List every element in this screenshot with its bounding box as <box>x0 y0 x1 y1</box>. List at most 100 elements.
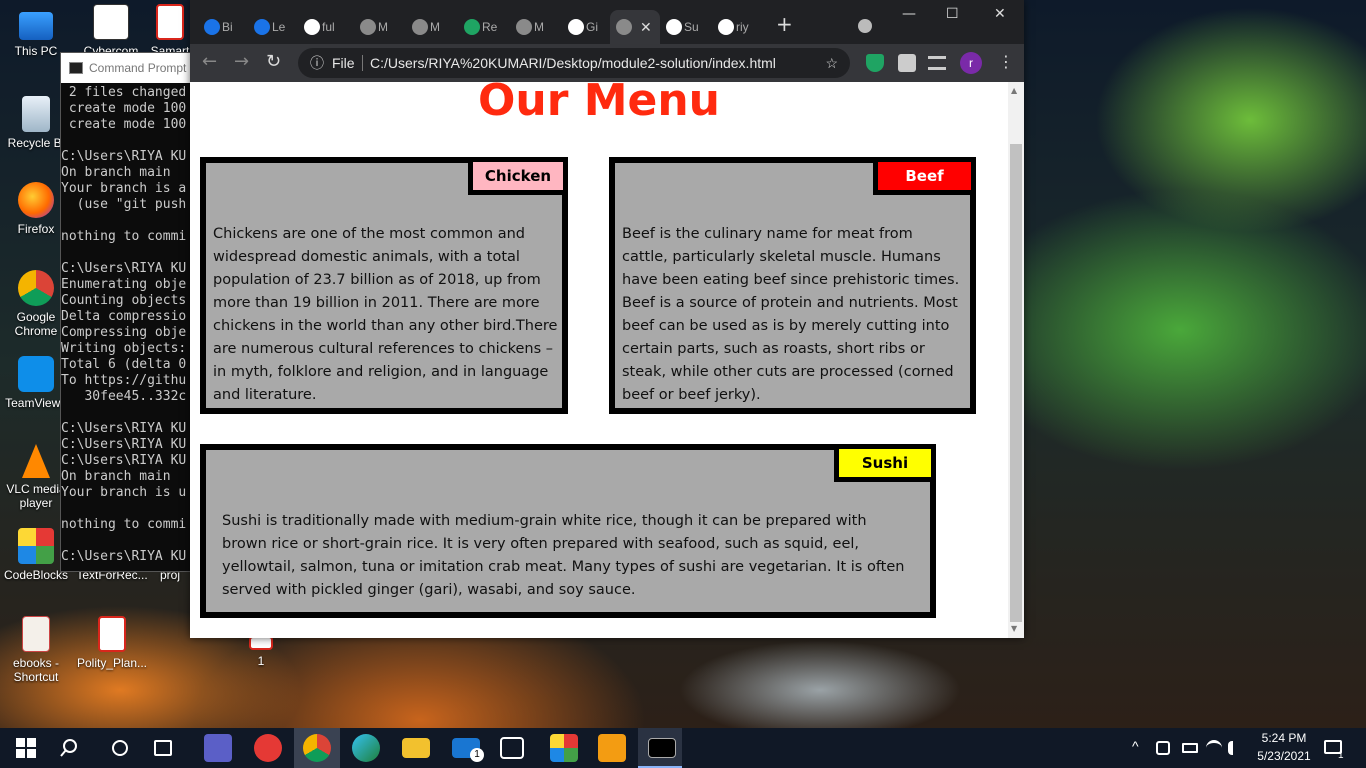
chrome-taskbar-icon[interactable] <box>303 734 331 762</box>
download-manager-icon[interactable] <box>254 734 282 762</box>
back-button[interactable]: ← <box>202 52 217 72</box>
show-hidden-icons-chevron[interactable]: ^ <box>1132 738 1139 754</box>
tab-favicon-icon <box>718 19 734 35</box>
card-text-chicken: Chickens are one of the most common and … <box>213 226 558 403</box>
menu-kebab-icon[interactable]: ⋮ <box>998 52 1014 72</box>
address-bar[interactable]: ⓘ File C:/Users/RIYA%20KUMARI/Desktop/mo… <box>298 48 850 78</box>
computer-icon <box>19 12 53 40</box>
pdf-file-icon <box>156 4 184 40</box>
desktop-icon-ebooks-shortcut[interactable]: ebooks - Shortcut <box>0 616 72 684</box>
card-label-sushi: Sushi <box>834 444 936 482</box>
page-viewport[interactable]: Our Menu Chicken Chickens are one of the… <box>190 82 1008 638</box>
profile-avatar[interactable]: r <box>960 52 982 74</box>
menu-card-sushi: Sushi Sushi is traditionally made with m… <box>200 444 936 618</box>
forward-button[interactable]: → <box>234 52 249 72</box>
clock-date[interactable]: 5/23/2021 <box>1250 749 1318 763</box>
browser-tab[interactable]: Su <box>660 10 702 44</box>
browser-tab[interactable]: M <box>406 10 448 44</box>
browser-tab[interactable]: Le <box>248 10 290 44</box>
scroll-up-arrow[interactable]: ▲ <box>1011 86 1017 95</box>
cortana-icon[interactable] <box>106 734 134 762</box>
close-tab-icon[interactable]: ✕ <box>640 10 652 44</box>
start-button[interactable] <box>12 734 40 762</box>
tab-label: Gi <box>586 20 598 34</box>
maximize-button[interactable]: ☐ <box>946 6 959 22</box>
extensions-puzzle-icon[interactable] <box>898 54 916 72</box>
media-control-icon[interactable] <box>928 56 946 70</box>
reload-button[interactable]: ↻ <box>266 52 281 72</box>
windows-taskbar: 1 ^ 5:24 PM 5/23/2021 1 <box>0 728 1366 768</box>
wifi-icon[interactable] <box>1206 740 1222 756</box>
browser-tab[interactable]: Bi <box>198 10 240 44</box>
sublime-text-icon[interactable] <box>598 734 626 762</box>
card-text-beef: Beef is the culinary name for meat from … <box>622 226 960 403</box>
command-prompt-title: Command Prompt <box>89 61 187 75</box>
terminal-icon <box>69 62 83 74</box>
chrome-browser-window[interactable]: + — ☐ ✕ Bi Le ful M M Re M Gi ✕ Su riy ← → ↻ ⓘ Fil… <box>190 0 1024 638</box>
tab-search-icon[interactable] <box>858 19 872 33</box>
codeblocks-taskbar-icon[interactable] <box>550 734 578 762</box>
bookmark-star-icon[interactable]: ☆ <box>825 48 838 78</box>
tab-label: Le <box>272 20 286 34</box>
tab-label: riy <box>736 20 749 34</box>
tab-favicon-icon <box>360 19 376 35</box>
desktop-icon-label: Polity_Plan... <box>76 656 148 670</box>
edge-icon[interactable] <box>352 734 380 762</box>
browser-tab[interactable]: riy <box>712 10 754 44</box>
scroll-down-arrow[interactable]: ▼ <box>1011 624 1017 633</box>
browser-tab[interactable]: M <box>510 10 552 44</box>
store-icon[interactable] <box>500 737 524 759</box>
browser-tab[interactable]: ful <box>298 10 340 44</box>
tab-favicon-icon <box>412 19 428 35</box>
vlc-cone-icon <box>22 444 50 478</box>
tab-favicon-icon <box>304 19 320 35</box>
menu-card-chicken: Chicken Chickens are one of the most com… <box>200 157 568 414</box>
desktop-icon-samart[interactable]: Samart <box>148 4 192 58</box>
card-label-chicken: Chicken <box>468 157 568 195</box>
desktop-icon-pdf-1[interactable]: 1 <box>246 636 276 668</box>
desktop-icon-this-pc[interactable]: This PC <box>0 8 72 58</box>
close-window-button[interactable]: ✕ <box>994 6 1006 22</box>
browser-tab[interactable]: Re <box>458 10 500 44</box>
mail-badge: 1 <box>470 748 484 762</box>
browser-tab[interactable]: Gi <box>562 10 604 44</box>
tab-label: M <box>534 20 544 34</box>
volume-icon[interactable] <box>1228 741 1242 755</box>
address-separator <box>362 55 363 71</box>
firefox-icon <box>18 182 54 218</box>
desktop-icon-polity-plan[interactable]: Polity_Plan... <box>76 616 148 670</box>
browser-tab[interactable]: M <box>354 10 396 44</box>
task-view-icon[interactable] <box>154 740 172 756</box>
chrome-icon <box>18 270 54 306</box>
search-icon[interactable] <box>58 734 86 762</box>
meet-now-icon[interactable] <box>1156 741 1170 755</box>
menu-card-beef: Beef Beef is the culinary name for meat … <box>609 157 976 414</box>
browser-tab[interactable]: ✕ <box>610 10 660 44</box>
desktop-icon-cybercom[interactable]: Cybercom <box>76 4 146 58</box>
battery-icon[interactable] <box>1182 743 1198 753</box>
page-scrollbar[interactable]: ▲ ▼ <box>1008 82 1024 638</box>
tab-favicon-icon <box>464 19 480 35</box>
page-title: Our Menu <box>477 82 721 126</box>
new-tab-button[interactable]: + <box>776 14 793 34</box>
desktop-icon-label: 1 <box>257 654 265 668</box>
codeblocks-icon <box>18 528 54 564</box>
url-text[interactable]: C:/Users/RIYA%20KUMARI/Desktop/module2-s… <box>370 48 776 78</box>
site-info-icon[interactable]: ⓘ <box>310 48 324 78</box>
tab-label: Su <box>684 20 699 34</box>
minimize-button[interactable]: — <box>902 6 916 22</box>
tab-favicon-icon <box>254 19 270 35</box>
url-scheme-label: File <box>332 55 355 71</box>
tab-favicon-icon <box>516 19 532 35</box>
pdf-file-icon <box>98 616 126 652</box>
shield-extension-icon[interactable] <box>866 54 884 72</box>
file-explorer-icon[interactable] <box>402 738 430 758</box>
clock-time[interactable]: 5:24 PM <box>1250 731 1318 745</box>
tab-favicon-icon <box>616 19 632 35</box>
terminal-taskbar-icon[interactable] <box>648 738 676 758</box>
scroll-thumb[interactable] <box>1010 144 1022 622</box>
tab-label: M <box>378 20 388 34</box>
card-label-beef: Beef <box>873 157 976 195</box>
tab-label: M <box>430 20 440 34</box>
teams-icon[interactable] <box>204 734 232 762</box>
